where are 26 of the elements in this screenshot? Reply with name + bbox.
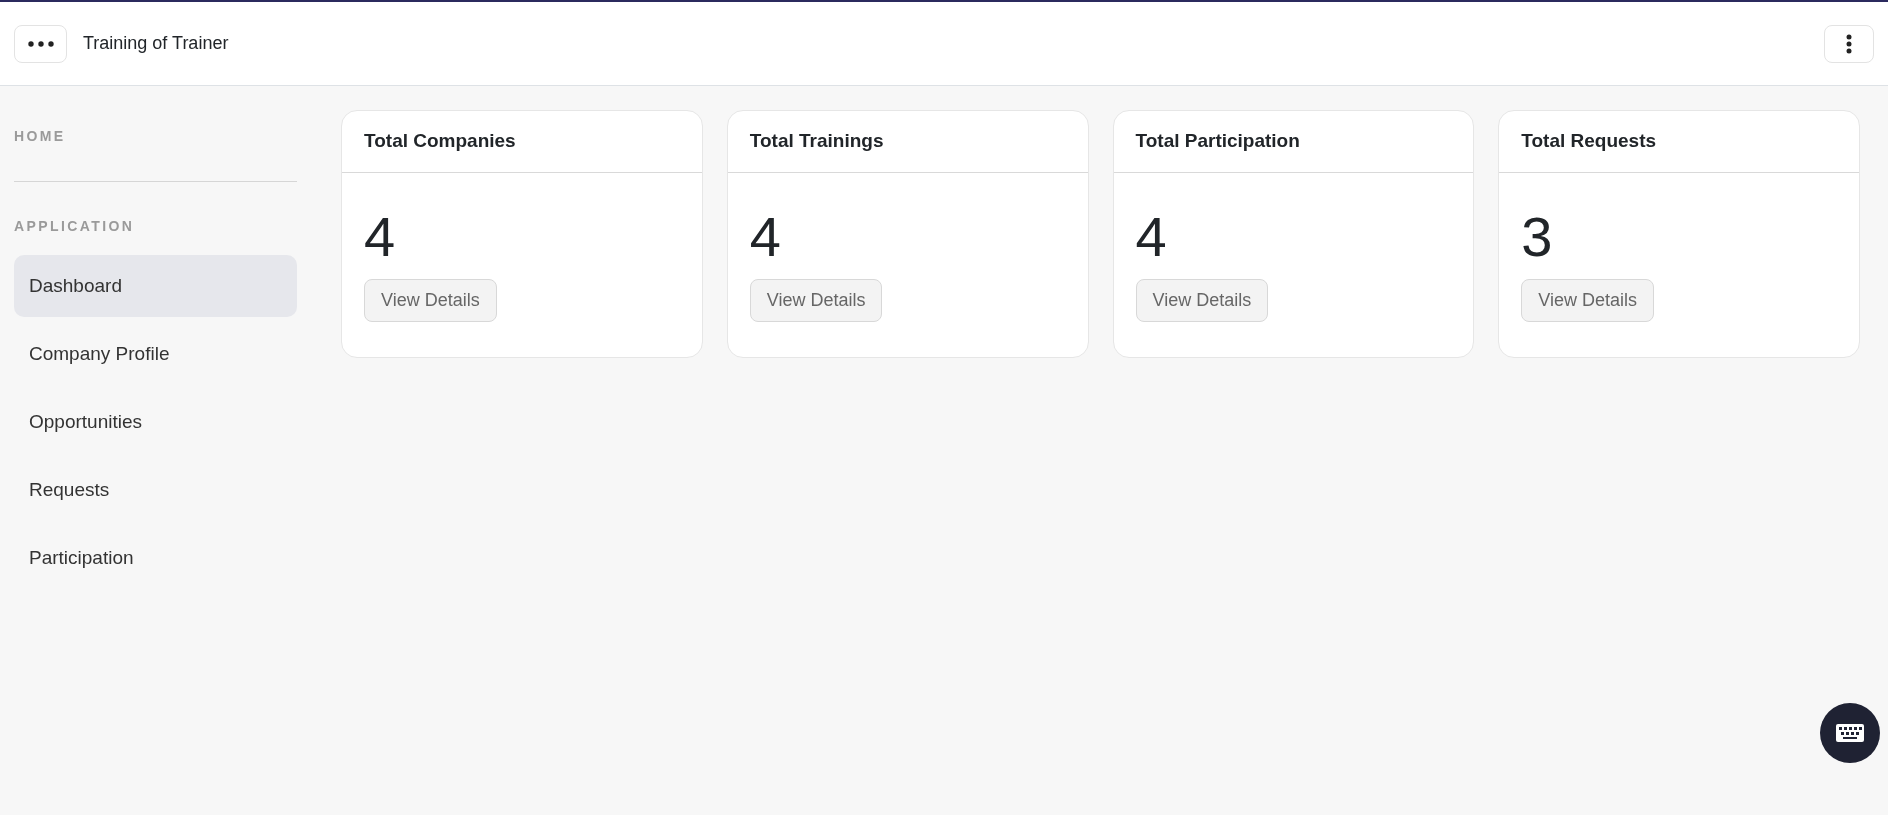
card-title: Total Companies [342,111,702,173]
menu-button[interactable] [14,24,67,63]
stat-value: 4 [749,205,781,268]
stat-value: 4 [1135,205,1167,268]
keyboard-button[interactable] [1820,703,1880,763]
sidebar-item[interactable]: Company Profile [14,323,297,385]
ellipsis-icon [27,40,54,47]
view-details-button[interactable]: View Details [1135,279,1269,322]
card-title: Total Participation [1113,111,1474,173]
section-heading: APPLICATION [14,217,136,236]
card-title: Total Trainings [727,111,1088,173]
sidebar-item[interactable]: Requests [14,459,297,521]
stat-value: 3 [1521,205,1553,268]
sidebar-item[interactable]: Dashboard [14,255,297,317]
app-title: Training of Trainer [83,32,229,55]
sidebar-item[interactable]: Participation [14,527,297,589]
more-options-button[interactable] [1824,24,1874,63]
sidebar-item[interactable]: Opportunities [14,391,297,453]
keyboard-icon [1836,724,1864,742]
stat-value: 4 [364,205,396,268]
view-details-button[interactable]: View Details [749,279,883,322]
section-heading: HOME [14,127,67,146]
kebab-menu-icon [1846,33,1852,54]
view-details-button[interactable]: View Details [1521,279,1654,322]
view-details-button[interactable]: View Details [364,279,497,322]
card-title: Total Requests [1499,111,1859,173]
